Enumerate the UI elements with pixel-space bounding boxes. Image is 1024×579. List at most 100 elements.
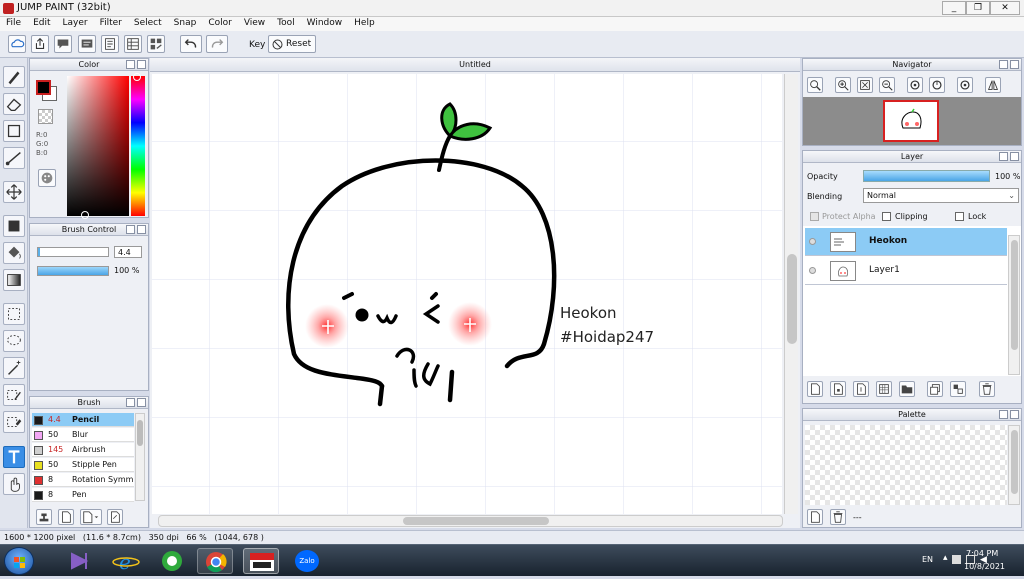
- menu-view[interactable]: View: [238, 17, 271, 31]
- cloud-icon[interactable]: [8, 35, 26, 53]
- brush-size-value[interactable]: 4.4: [114, 246, 142, 258]
- move-tool-icon[interactable]: [3, 181, 25, 203]
- menu-edit[interactable]: Edit: [27, 17, 56, 31]
- visibility-icon[interactable]: [809, 267, 816, 274]
- hue-cursor[interactable]: [133, 73, 141, 81]
- coccoc-taskbar-icon[interactable]: [154, 548, 190, 574]
- chrome-taskbar-icon[interactable]: [197, 548, 233, 574]
- menu-select[interactable]: Select: [128, 17, 168, 31]
- close-panel-icon[interactable]: [1010, 152, 1019, 161]
- canvas-vertical-scrollbar[interactable]: [784, 74, 798, 514]
- navigator-preview[interactable]: [803, 97, 1021, 145]
- foreground-color-swatch[interactable]: [36, 80, 51, 95]
- menu-tool[interactable]: Tool: [271, 17, 300, 31]
- language-indicator[interactable]: EN: [922, 555, 933, 564]
- layout-icon[interactable]: [147, 35, 165, 53]
- menu-snap[interactable]: Snap: [168, 17, 203, 31]
- magic-wand-tool-icon[interactable]: [3, 357, 25, 379]
- folder-icon[interactable]: [899, 381, 915, 397]
- flag-icon[interactable]: [952, 555, 961, 564]
- menu-layer[interactable]: Layer: [57, 17, 94, 31]
- brush-item-airbrush[interactable]: 145 Airbrush: [32, 443, 134, 457]
- float-panel-icon[interactable]: [999, 410, 1008, 419]
- menu-filter[interactable]: Filter: [94, 17, 128, 31]
- comment-icon[interactable]: [54, 35, 72, 53]
- palette-scrollbar[interactable]: [1008, 425, 1020, 505]
- hand-tool-icon[interactable]: [3, 473, 25, 495]
- canvas-horizontal-scrollbar[interactable]: [158, 515, 783, 527]
- rotate-right-icon[interactable]: [957, 77, 973, 93]
- float-panel-icon[interactable]: [126, 398, 135, 407]
- float-panel-icon[interactable]: [126, 225, 135, 234]
- vertical-scroll-thumb[interactable]: [787, 254, 797, 344]
- brush-export-button[interactable]: [107, 509, 123, 525]
- lasso-tool-icon[interactable]: [3, 330, 25, 352]
- start-button[interactable]: [4, 547, 34, 575]
- fill-rect-tool-icon[interactable]: [3, 215, 25, 237]
- brush-opacity-slider[interactable]: [37, 266, 109, 276]
- close-panel-icon[interactable]: [1010, 60, 1019, 69]
- float-panel-icon[interactable]: [126, 60, 135, 69]
- tray-up-arrow-icon[interactable]: ▴: [943, 553, 948, 563]
- delete-layer-icon[interactable]: [979, 381, 995, 397]
- float-panel-icon[interactable]: [999, 60, 1008, 69]
- menu-file[interactable]: File: [0, 17, 27, 31]
- flip-horizontal-icon[interactable]: [985, 77, 1001, 93]
- brush-item-blur[interactable]: 50 Blur: [32, 428, 134, 442]
- hue-slider[interactable]: [131, 73, 145, 216]
- layer-row-heokon[interactable]: Heokon: [805, 228, 1007, 256]
- reset-button[interactable]: Reset: [268, 35, 316, 53]
- blending-select[interactable]: Normal ⌄: [863, 188, 1019, 203]
- visibility-icon[interactable]: [809, 238, 816, 245]
- brush-size-slider[interactable]: [37, 247, 109, 257]
- merge-layer-icon[interactable]: [950, 381, 966, 397]
- new-brush-button[interactable]: [58, 509, 74, 525]
- select-pen-tool-icon[interactable]: [3, 384, 25, 406]
- duplicate-layer-icon[interactable]: [927, 381, 943, 397]
- eraser-tool-icon[interactable]: [3, 93, 25, 115]
- menu-window[interactable]: Window: [301, 17, 349, 31]
- visual-studio-taskbar-icon[interactable]: [62, 548, 98, 574]
- brush-item-pen[interactable]: 8 Pen: [32, 488, 134, 502]
- menu-color[interactable]: Color: [202, 17, 238, 31]
- export-icon[interactable]: [31, 35, 49, 53]
- jump-paint-taskbar-icon[interactable]: [243, 548, 279, 574]
- zalo-taskbar-icon[interactable]: Zalo: [289, 548, 325, 574]
- zoom-in-icon[interactable]: [835, 77, 851, 93]
- redo-icon[interactable]: [206, 35, 228, 53]
- layer-list-scrollbar[interactable]: [1008, 235, 1020, 375]
- color-palette-button[interactable]: [38, 169, 56, 187]
- saturation-value-picker[interactable]: [67, 76, 129, 219]
- drawing-canvas[interactable]: Heokon #Hoidap247: [152, 74, 782, 514]
- note-icon[interactable]: [78, 35, 96, 53]
- close-panel-icon[interactable]: [137, 60, 146, 69]
- checker-layer-icon[interactable]: [876, 381, 892, 397]
- brush-item-pencil[interactable]: 4.4 Pencil: [32, 413, 134, 427]
- minimize-button[interactable]: _: [942, 1, 966, 15]
- restore-button[interactable]: ❐: [966, 1, 990, 15]
- line-tool-icon[interactable]: [3, 147, 25, 169]
- undo-icon[interactable]: [180, 35, 202, 53]
- clock-time[interactable]: 7:04 PM: [966, 549, 998, 558]
- transparent-swatch[interactable]: [38, 109, 53, 124]
- grid-icon[interactable]: [124, 35, 142, 53]
- brush-item-stipple-pen[interactable]: 50 Stipple Pen: [32, 458, 134, 472]
- new-layer-folder-icon[interactable]: [830, 381, 846, 397]
- document-tab[interactable]: Untitled: [150, 58, 800, 72]
- sv-cursor[interactable]: [81, 211, 89, 219]
- rotate-left-icon[interactable]: [907, 77, 923, 93]
- brush-list-scrollbar[interactable]: [135, 413, 145, 501]
- zoom-out-icon[interactable]: [879, 77, 895, 93]
- close-panel-icon[interactable]: [137, 398, 146, 407]
- protect-alpha-checkbox[interactable]: [810, 212, 819, 221]
- layer-row-layer1[interactable]: Layer1: [805, 257, 1007, 285]
- bucket-tool-icon[interactable]: [3, 242, 25, 264]
- menu-help[interactable]: Help: [348, 17, 381, 31]
- float-panel-icon[interactable]: [999, 152, 1008, 161]
- navigator-thumbnail[interactable]: [883, 100, 939, 142]
- rect-select-tool-icon[interactable]: [3, 303, 25, 325]
- new-layer-icon[interactable]: [807, 381, 823, 397]
- rectangle-tool-icon[interactable]: [3, 120, 25, 142]
- rotate-reset-icon[interactable]: [929, 77, 945, 93]
- select-eraser-tool-icon[interactable]: [3, 411, 25, 433]
